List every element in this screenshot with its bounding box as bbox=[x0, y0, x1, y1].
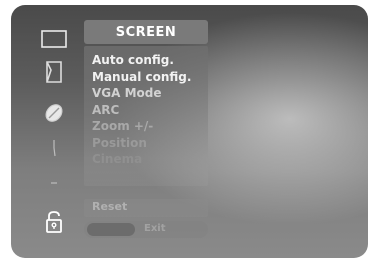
menu-item-manual-config[interactable]: Manual config. bbox=[92, 69, 210, 86]
sidebar bbox=[29, 20, 79, 245]
time-icon[interactable] bbox=[29, 138, 79, 160]
picture-icon[interactable] bbox=[29, 60, 79, 84]
menu-title: SCREEN bbox=[115, 24, 177, 40]
menu-item-auto-config[interactable]: Auto config. bbox=[92, 52, 210, 69]
menu-item-vga-mode[interactable]: VGA Mode bbox=[92, 85, 210, 102]
menu-item-arc[interactable]: ARC bbox=[92, 102, 210, 119]
footer-knob bbox=[87, 223, 135, 236]
menu-item-zoom[interactable]: Zoom +/- bbox=[92, 118, 210, 135]
menu-item-cinema[interactable]: Cinema bbox=[92, 151, 210, 168]
footer-label: Exit bbox=[144, 223, 166, 234]
menu-title-bar: SCREEN bbox=[84, 20, 208, 44]
reset-button[interactable]: Reset bbox=[84, 199, 208, 217]
screen-icon[interactable] bbox=[29, 30, 79, 48]
footer-pill: Exit bbox=[84, 221, 208, 238]
sound-icon[interactable] bbox=[29, 102, 79, 124]
screen-menu: Auto config. Manual config. VGA Mode ARC… bbox=[92, 52, 210, 168]
option-icon[interactable] bbox=[29, 180, 79, 186]
lock-icon[interactable] bbox=[29, 210, 79, 234]
menu-item-position[interactable]: Position bbox=[92, 135, 210, 152]
reset-label: Reset bbox=[92, 200, 128, 213]
